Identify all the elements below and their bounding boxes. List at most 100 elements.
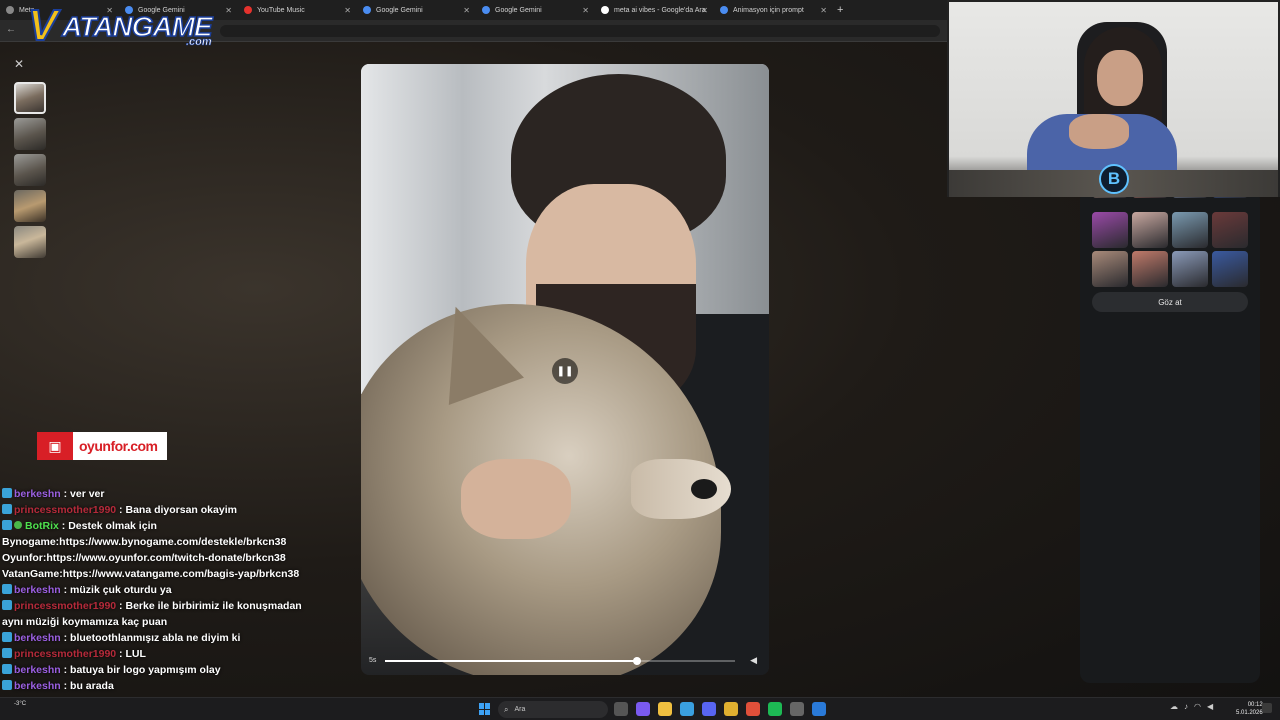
chat-username[interactable]: berkeshn [14, 664, 61, 676]
style-thumbnail[interactable] [1092, 212, 1128, 248]
chat-username[interactable]: berkeshn [14, 680, 61, 692]
app-icon[interactable] [812, 702, 826, 716]
back-arrow-icon[interactable]: ← [6, 24, 16, 35]
discord-icon[interactable] [702, 702, 716, 716]
clock-time: 00:12 [1247, 702, 1263, 708]
verified-badge-icon [14, 521, 22, 529]
url-field[interactable] [220, 25, 940, 37]
tab-label: YouTube Music [257, 6, 305, 14]
video-thumbnail[interactable] [14, 154, 46, 186]
chat-username[interactable]: BotRix [25, 520, 59, 532]
progress-knob[interactable] [633, 657, 641, 665]
progress-track[interactable] [385, 657, 735, 665]
chat-text: Berke ile birbirimiz ile konuşmadan [125, 600, 302, 612]
chat-message: BotRix : Destek olmak için [2, 518, 352, 534]
style-thumbnail[interactable] [1092, 251, 1128, 287]
chat-message: Oyunfor:https://www.oyunfor.com/twitch-d… [2, 550, 352, 566]
tab-close-icon[interactable]: ✕ [582, 6, 589, 15]
wolf-nose [691, 479, 717, 499]
subscriber-badge-icon [2, 648, 12, 658]
browser-tab[interactable]: meta ai vibes - Google'da Ara ✕ [595, 0, 714, 20]
chat-username[interactable]: berkeshn [14, 632, 61, 644]
video-thumbnail[interactable] [14, 118, 46, 150]
chat-text: Destek olmak için [68, 520, 157, 532]
subscriber-badge-icon [2, 680, 12, 690]
browse-button[interactable]: Göz at [1092, 292, 1248, 312]
search-icon: ⌕ [504, 704, 509, 714]
browser-tab[interactable]: Google Gemini ✕ [357, 0, 476, 20]
chat-text: Oyunfor:https://www.oyunfor.com/twitch-d… [2, 552, 286, 564]
wifi-icon[interactable]: ◠ [1194, 702, 1201, 711]
tab-close-icon[interactable]: ✕ [701, 6, 708, 15]
video-thumbnail[interactable] [14, 190, 46, 222]
chat-text: bluetoothlanmışız abla ne diyim ki [70, 632, 241, 644]
obs-icon[interactable] [790, 702, 804, 716]
chat-text: VatanGame:https://www.vatangame.com/bagi… [2, 568, 300, 580]
gemini-icon [482, 6, 490, 14]
browser-tab[interactable]: YouTube Music ✕ [238, 0, 357, 20]
plus-icon[interactable]: + [837, 4, 843, 16]
video-player[interactable]: ❚❚ 5s ◀ [361, 64, 769, 675]
pause-icon[interactable]: ❚❚ [552, 358, 578, 384]
video-thumbnail[interactable] [14, 226, 46, 258]
chat-username[interactable]: berkeshn [14, 488, 61, 500]
style-thumbnail[interactable] [1212, 251, 1248, 287]
logo-com: .com [186, 36, 212, 49]
style-panel: Göz at [1080, 180, 1260, 683]
chrome-icon[interactable] [724, 702, 738, 716]
chat-message: VatanGame:https://www.vatangame.com/bagi… [2, 566, 352, 582]
speaker-icon[interactable]: ◀ [1207, 702, 1213, 711]
subscriber-badge-icon [2, 632, 12, 642]
file-explorer-icon[interactable] [658, 702, 672, 716]
cloud-icon[interactable]: ☁ [1170, 702, 1178, 711]
browser-tab[interactable]: Animasyon için prompt ✕ [714, 0, 833, 20]
time-label: 5s [369, 657, 377, 664]
copilot-icon[interactable] [636, 702, 650, 716]
gemini-icon [363, 6, 371, 14]
windows-start-icon[interactable] [479, 703, 491, 715]
chat-username[interactable]: berkeshn [14, 584, 61, 596]
browser-tab[interactable]: Google Gemini ✕ [476, 0, 595, 20]
style-thumbnail[interactable] [1132, 251, 1168, 287]
chat-text: Bynogame:https://www.bynogame.com/destek… [2, 536, 287, 548]
style-thumbnail[interactable] [1172, 212, 1208, 248]
subscriber-badge-icon [2, 520, 12, 530]
tab-label: meta ai vibes - Google'da Ara [614, 6, 706, 14]
chat-username[interactable]: princessmother1990 [14, 504, 116, 516]
streamer-face [1097, 50, 1143, 106]
spotify-icon[interactable] [768, 702, 782, 716]
clock[interactable]: 00:12 5.01.2026 [1236, 701, 1263, 717]
chat-text: Bana diyorsan okayim [125, 504, 237, 516]
chat-username[interactable]: princessmother1990 [14, 648, 116, 660]
edge-icon[interactable] [680, 702, 694, 716]
tab-close-icon[interactable]: ✕ [820, 6, 827, 15]
style-thumbnail[interactable] [1132, 212, 1168, 248]
tab-close-icon[interactable]: ✕ [463, 6, 470, 15]
weather-widget[interactable]: -3°C [14, 701, 26, 708]
chat-text: ver ver [70, 488, 105, 500]
subscriber-badge-icon [2, 600, 12, 610]
volume-icon[interactable]: ◀ [750, 655, 757, 666]
close-icon[interactable]: ✕ [14, 57, 24, 71]
mic-icon[interactable]: ♪ [1184, 702, 1188, 711]
stream-chat: berkeshn : ver ver princessmother1990 : B… [2, 486, 352, 694]
style-thumbnail[interactable] [1212, 212, 1248, 248]
chat-message: berkeshn : müzik çuk oturdu ya [2, 582, 352, 598]
task-view-icon[interactable] [614, 702, 628, 716]
taskbar-search[interactable]: ⌕ Ara [498, 701, 608, 718]
notification-icon[interactable] [1262, 703, 1272, 713]
chat-text: LUL [125, 648, 146, 660]
sponsor-banner: ▣ oyunfor.com [37, 432, 167, 460]
chat-text: batuya bir logo yapmışım olay [70, 664, 221, 676]
brave-icon[interactable] [746, 702, 760, 716]
chat-username[interactable]: princessmother1990 [14, 600, 116, 612]
clock-date: 5.01.2026 [1236, 710, 1263, 716]
subscriber-badge-icon [2, 584, 12, 594]
chat-message: princessmother1990 : Bana diyorsan okayi… [2, 502, 352, 518]
chat-message: aynı müziği koymamıza kaç puan [2, 614, 352, 630]
tab-close-icon[interactable]: ✕ [225, 6, 232, 15]
tab-close-icon[interactable]: ✕ [344, 6, 351, 15]
style-thumbnail[interactable] [1172, 251, 1208, 287]
video-thumbnail[interactable] [14, 82, 46, 114]
chat-text: bu arada [70, 680, 114, 692]
